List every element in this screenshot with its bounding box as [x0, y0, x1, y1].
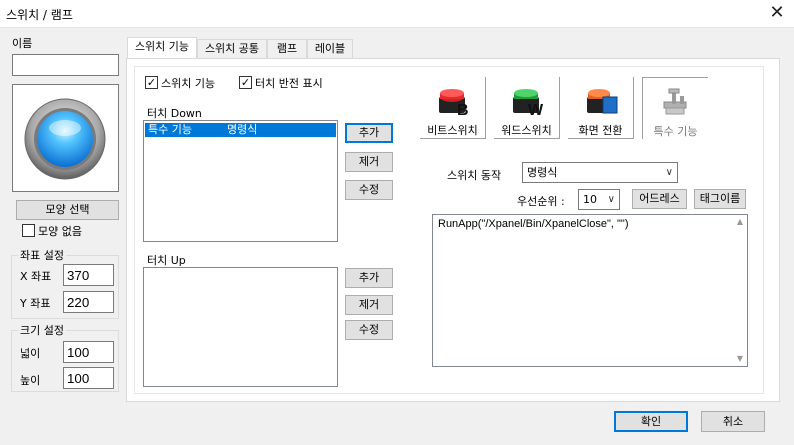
tab-switch-common[interactable]: 스위치 공통: [197, 39, 267, 59]
no-shape-label: 모양 없음: [38, 225, 82, 238]
tagname-button[interactable]: 태그이름: [694, 189, 746, 209]
touch-down-label: 터치 Down: [147, 107, 202, 120]
switch-function-checkbox[interactable]: ✓: [145, 76, 158, 89]
close-button[interactable]: ✕: [764, 2, 790, 26]
tab-lamp[interactable]: 램프: [267, 39, 307, 59]
y-coord-input[interactable]: [63, 291, 114, 313]
script-editor[interactable]: RunApp("/Xpanel/Bin/XpanelClose", "") ▲ …: [432, 214, 748, 367]
touch-down-add-button[interactable]: 추가: [345, 123, 393, 143]
name-label: 이름: [12, 37, 33, 50]
priority-label: 우선순위 :: [517, 195, 565, 208]
cancel-button[interactable]: 취소: [701, 411, 765, 432]
shape-preview: [12, 84, 119, 192]
script-text: RunApp("/Xpanel/Bin/XpanelClose", ""): [438, 218, 629, 230]
switch-function-label: 스위치 기능: [161, 77, 216, 90]
no-shape-checkbox[interactable]: [22, 224, 35, 237]
touch-up-remove-button[interactable]: 제거: [345, 295, 393, 315]
chevron-down-icon: ∨: [607, 194, 615, 205]
scroll-down-icon[interactable]: ▼: [733, 352, 747, 366]
touch-up-list[interactable]: [143, 267, 338, 387]
special-function-tool[interactable]: 특수 기능: [642, 77, 708, 139]
touch-down-list[interactable]: 특수 기능 명령식: [143, 120, 338, 242]
width-label: 넓이: [20, 347, 41, 360]
y-coord-label: Y 좌표: [20, 297, 51, 310]
svg-text:W: W: [528, 102, 544, 119]
screen-change-tool[interactable]: 화면 전환: [568, 77, 634, 139]
list-item-type: 특수 기능: [148, 123, 192, 136]
height-label: 높이: [20, 374, 41, 387]
screen-change-icon: [586, 89, 617, 114]
lamp-icon: [24, 98, 106, 180]
word-switch-tool[interactable]: W 워드스위치: [494, 77, 560, 139]
touch-down-edit-button[interactable]: 수정: [345, 180, 393, 200]
touch-up-label: 터치 Up: [147, 254, 186, 267]
priority-select[interactable]: 10 ∨: [578, 189, 620, 210]
special-function-label: 특수 기능: [653, 125, 698, 138]
ok-button[interactable]: 확인: [614, 411, 688, 432]
list-item[interactable]: 특수 기능 명령식: [145, 123, 336, 137]
switch-action-label: 스위치 동작: [447, 169, 502, 182]
svg-text:B: B: [457, 102, 469, 119]
tab-label[interactable]: 레이블: [307, 39, 353, 59]
size-group-label: 크기 설정: [18, 322, 66, 338]
touch-down-remove-button[interactable]: 제거: [345, 152, 393, 172]
special-function-icon: [663, 88, 686, 115]
width-input[interactable]: [63, 341, 114, 363]
title-bar: [0, 0, 794, 28]
height-input[interactable]: [63, 367, 114, 389]
touch-invert-checkbox[interactable]: ✓: [239, 76, 252, 89]
priority-value: 10: [583, 193, 597, 206]
switch-action-value: 명령식: [527, 166, 558, 179]
chevron-down-icon: ∨: [665, 167, 673, 178]
coord-group-label: 좌표 설정: [18, 247, 66, 263]
close-icon: ✕: [769, 2, 785, 23]
scroll-up-icon[interactable]: ▲: [733, 215, 747, 229]
word-switch-label: 워드스위치: [501, 124, 552, 137]
x-coord-label: X 좌표: [20, 270, 52, 283]
bit-switch-label: 비트스위치: [427, 124, 478, 137]
bit-switch-icon: B: [438, 89, 469, 119]
touch-invert-label: 터치 반전 표시: [255, 77, 323, 90]
list-item-value: 명령식: [227, 123, 258, 136]
name-input[interactable]: [12, 54, 119, 76]
switch-action-select[interactable]: 명령식 ∨: [522, 162, 678, 183]
touch-up-edit-button[interactable]: 수정: [345, 320, 393, 340]
bit-switch-tool[interactable]: B 비트스위치: [420, 77, 486, 139]
screen-change-label: 화면 전환: [578, 124, 623, 137]
x-coord-input[interactable]: [63, 264, 114, 286]
tab-switch-function[interactable]: 스위치 기능: [127, 37, 197, 59]
window-title: 스위치 / 램프: [6, 8, 73, 22]
word-switch-icon: W: [512, 89, 544, 119]
address-button[interactable]: 어드레스: [632, 189, 687, 209]
touch-up-add-button[interactable]: 추가: [345, 268, 393, 288]
shape-select-button[interactable]: 모양 선택: [16, 200, 119, 220]
